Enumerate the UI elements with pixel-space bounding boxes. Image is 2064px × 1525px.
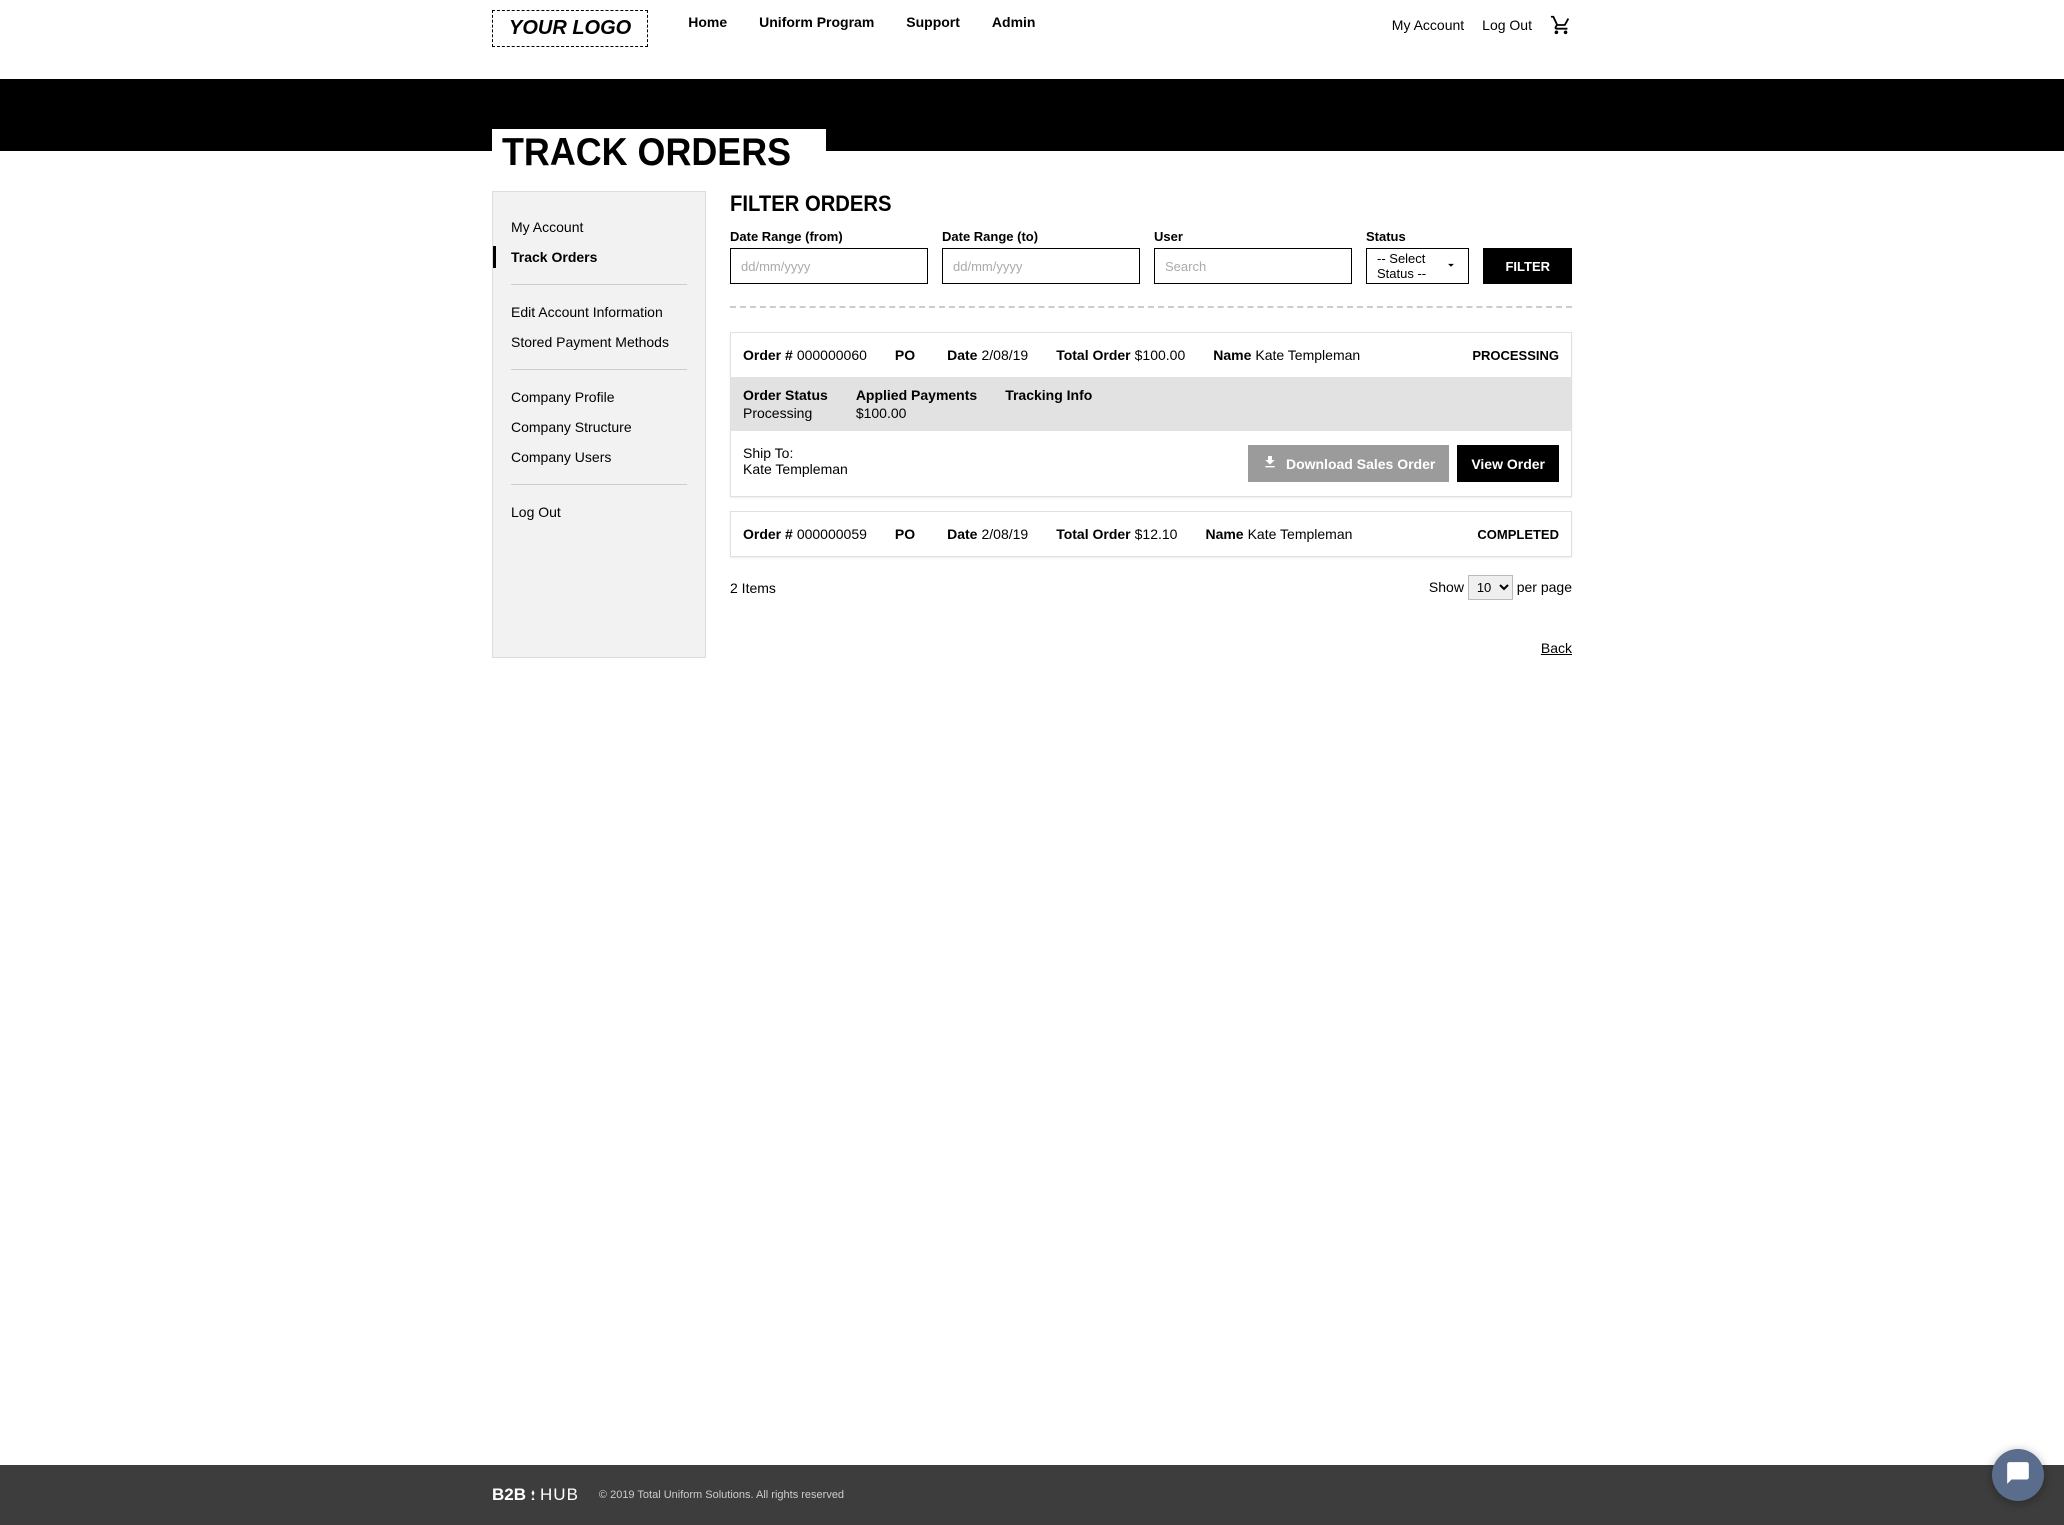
sidebar-item-company-users[interactable]: Company Users bbox=[511, 442, 687, 472]
sidebar-item-edit-account[interactable]: Edit Account Information bbox=[511, 297, 687, 327]
date-from-label: Date Range (from) bbox=[730, 229, 928, 244]
order-header[interactable]: Order #000000060 PO Date2/08/19 Total Or… bbox=[731, 333, 1571, 377]
chat-icon bbox=[2005, 1460, 2031, 1491]
order-header[interactable]: Order #000000059 PO Date2/08/19 Total Or… bbox=[731, 512, 1571, 556]
download-sales-order-button[interactable]: Download Sales Order bbox=[1248, 445, 1449, 482]
nav-uniform-program[interactable]: Uniform Program bbox=[759, 14, 874, 30]
status-badge: PROCESSING bbox=[1472, 348, 1559, 363]
user-search-input[interactable] bbox=[1154, 248, 1352, 284]
footer-logo: B2B HUB bbox=[492, 1485, 579, 1505]
order-total-value: $100.00 bbox=[1135, 347, 1186, 363]
order-name-value: Kate Templeman bbox=[1255, 347, 1360, 363]
order-card: Order #000000059 PO Date2/08/19 Total Or… bbox=[730, 511, 1572, 557]
footer-copyright: © 2019 Total Uniform Solutions. All righ… bbox=[599, 1489, 844, 1501]
order-number-value: 000000060 bbox=[797, 347, 867, 363]
status-label: Status bbox=[1366, 229, 1469, 244]
order-name-label: Name bbox=[1205, 526, 1243, 542]
chevron-down-icon bbox=[1444, 258, 1458, 275]
sidebar-divider bbox=[511, 284, 687, 285]
page-title: TRACK ORDERS bbox=[492, 129, 826, 177]
account-sidebar: My Account Track Orders Edit Account Inf… bbox=[492, 191, 706, 658]
back-link[interactable]: Back bbox=[1541, 640, 1572, 656]
order-status-value: Processing bbox=[743, 405, 828, 421]
order-po-label: PO bbox=[895, 526, 915, 542]
page-size-select[interactable]: 10 bbox=[1468, 575, 1513, 600]
tracking-info-label: Tracking Info bbox=[1005, 387, 1092, 403]
nav-admin[interactable]: Admin bbox=[992, 14, 1036, 30]
cart-icon[interactable] bbox=[1550, 14, 1572, 36]
nav-log-out[interactable]: Log Out bbox=[1482, 17, 1532, 33]
user-label: User bbox=[1154, 229, 1352, 244]
order-number-label: Order # bbox=[743, 347, 793, 363]
items-count: 2 Items bbox=[730, 580, 776, 596]
order-name-label: Name bbox=[1213, 347, 1251, 363]
filter-divider bbox=[730, 306, 1572, 308]
order-total-label: Total Order bbox=[1056, 347, 1130, 363]
order-date-value: 2/08/19 bbox=[981, 347, 1028, 363]
sidebar-item-company-profile[interactable]: Company Profile bbox=[511, 382, 687, 412]
order-total-value: $12.10 bbox=[1135, 526, 1178, 542]
logo-placeholder[interactable]: YOUR LOGO bbox=[492, 10, 648, 47]
order-date-label: Date bbox=[947, 526, 977, 542]
filter-orders-heading: FILTER ORDERS bbox=[730, 191, 1572, 217]
order-total-label: Total Order bbox=[1056, 526, 1130, 542]
status-selected-value: -- Select Status -- bbox=[1377, 251, 1444, 281]
filter-button[interactable]: FILTER bbox=[1483, 248, 1572, 284]
order-number-value: 000000059 bbox=[797, 526, 867, 542]
sidebar-item-company-structure[interactable]: Company Structure bbox=[511, 412, 687, 442]
sidebar-item-log-out[interactable]: Log Out bbox=[511, 497, 687, 527]
date-to-input[interactable] bbox=[942, 248, 1140, 284]
sidebar-divider bbox=[511, 484, 687, 485]
sidebar-divider bbox=[511, 369, 687, 370]
order-number-label: Order # bbox=[743, 526, 793, 542]
sidebar-item-stored-payment[interactable]: Stored Payment Methods bbox=[511, 327, 687, 357]
applied-payments-value: $100.00 bbox=[856, 405, 977, 421]
order-status-label: Order Status bbox=[743, 387, 828, 403]
per-page-label: per page bbox=[1517, 579, 1572, 595]
date-to-label: Date Range (to) bbox=[942, 229, 1140, 244]
order-name-value: Kate Templeman bbox=[1248, 526, 1353, 542]
nav-my-account[interactable]: My Account bbox=[1392, 17, 1464, 33]
sidebar-item-track-orders[interactable]: Track Orders bbox=[511, 242, 687, 272]
nav-support[interactable]: Support bbox=[906, 14, 960, 30]
order-po-label: PO bbox=[895, 347, 915, 363]
status-select[interactable]: -- Select Status -- bbox=[1366, 248, 1469, 284]
chat-widget-button[interactable] bbox=[1992, 1449, 2044, 1501]
order-card: Order #000000060 PO Date2/08/19 Total Or… bbox=[730, 332, 1572, 497]
ship-to-value: Kate Templeman bbox=[743, 461, 848, 477]
date-from-input[interactable] bbox=[730, 248, 928, 284]
sidebar-item-my-account[interactable]: My Account bbox=[511, 212, 687, 242]
status-badge: COMPLETED bbox=[1477, 527, 1559, 542]
nav-home[interactable]: Home bbox=[688, 14, 727, 30]
order-date-value: 2/08/19 bbox=[981, 526, 1028, 542]
ship-to-label: Ship To: bbox=[743, 445, 848, 461]
show-label: Show bbox=[1429, 579, 1464, 595]
applied-payments-label: Applied Payments bbox=[856, 387, 977, 403]
view-order-button[interactable]: View Order bbox=[1457, 445, 1559, 482]
order-date-label: Date bbox=[947, 347, 977, 363]
download-icon bbox=[1262, 454, 1278, 473]
